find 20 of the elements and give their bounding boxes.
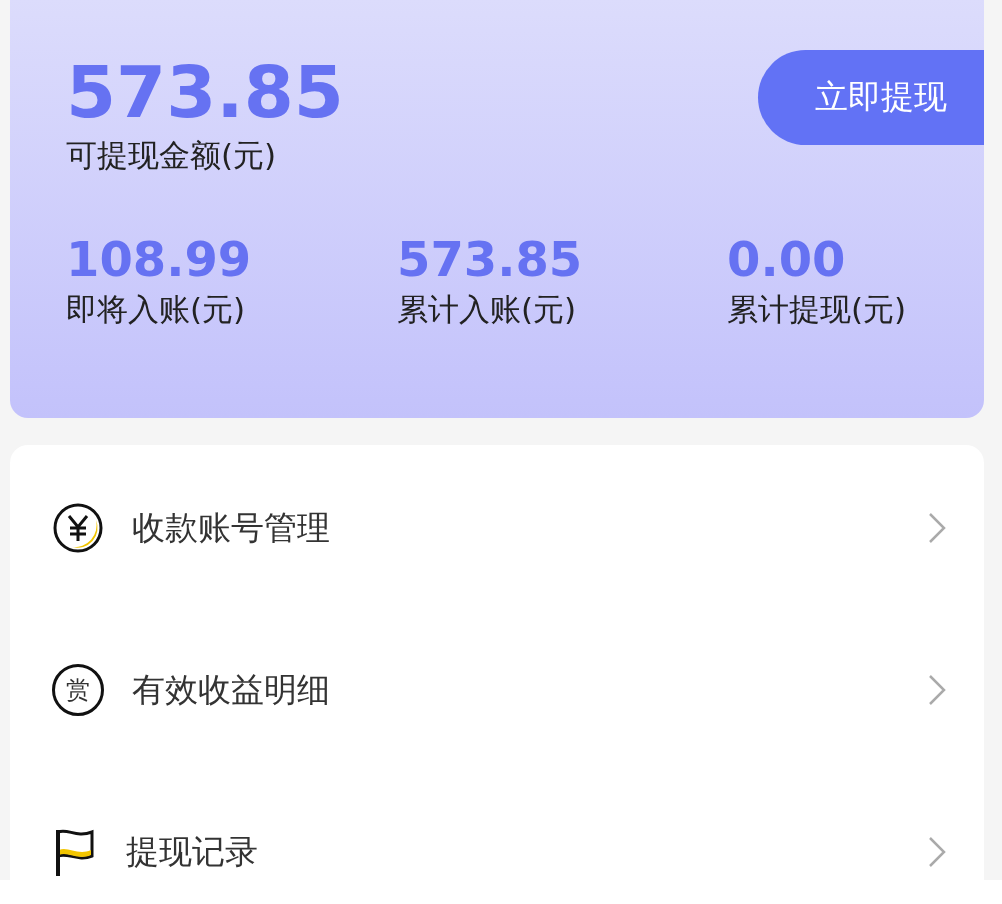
menu-item-label: 有效收益明细 — [132, 668, 331, 711]
stat-label: 累计提现(元) — [727, 290, 908, 329]
menu-item[interactable]: 赏 有效收益明细 — [10, 609, 984, 771]
withdraw-button[interactable]: 立即提现 — [758, 50, 984, 145]
stat-value: 108.99 — [66, 230, 253, 288]
chevron-right-icon — [928, 836, 946, 868]
stat-value: 0.00 — [727, 230, 847, 288]
balance-amount: 573.85 — [66, 50, 344, 134]
chevron-right-icon — [928, 674, 946, 706]
yen-coin-icon — [52, 502, 104, 554]
stat-label: 即将入账(元) — [66, 290, 247, 329]
menu-item-label: 提现记录 — [126, 830, 259, 873]
reward-icon: 赏 — [52, 664, 104, 716]
balance-label: 可提现金额(元) — [66, 136, 278, 175]
menu-item[interactable]: 收款账号管理 — [10, 447, 984, 609]
stat-label: 累计入账(元) — [397, 290, 578, 329]
menu-item[interactable]: 提现记录 — [10, 771, 984, 880]
chevron-right-icon — [928, 512, 946, 544]
menu-item-label: 收款账号管理 — [132, 506, 331, 549]
stat-value: 573.85 — [397, 230, 584, 288]
